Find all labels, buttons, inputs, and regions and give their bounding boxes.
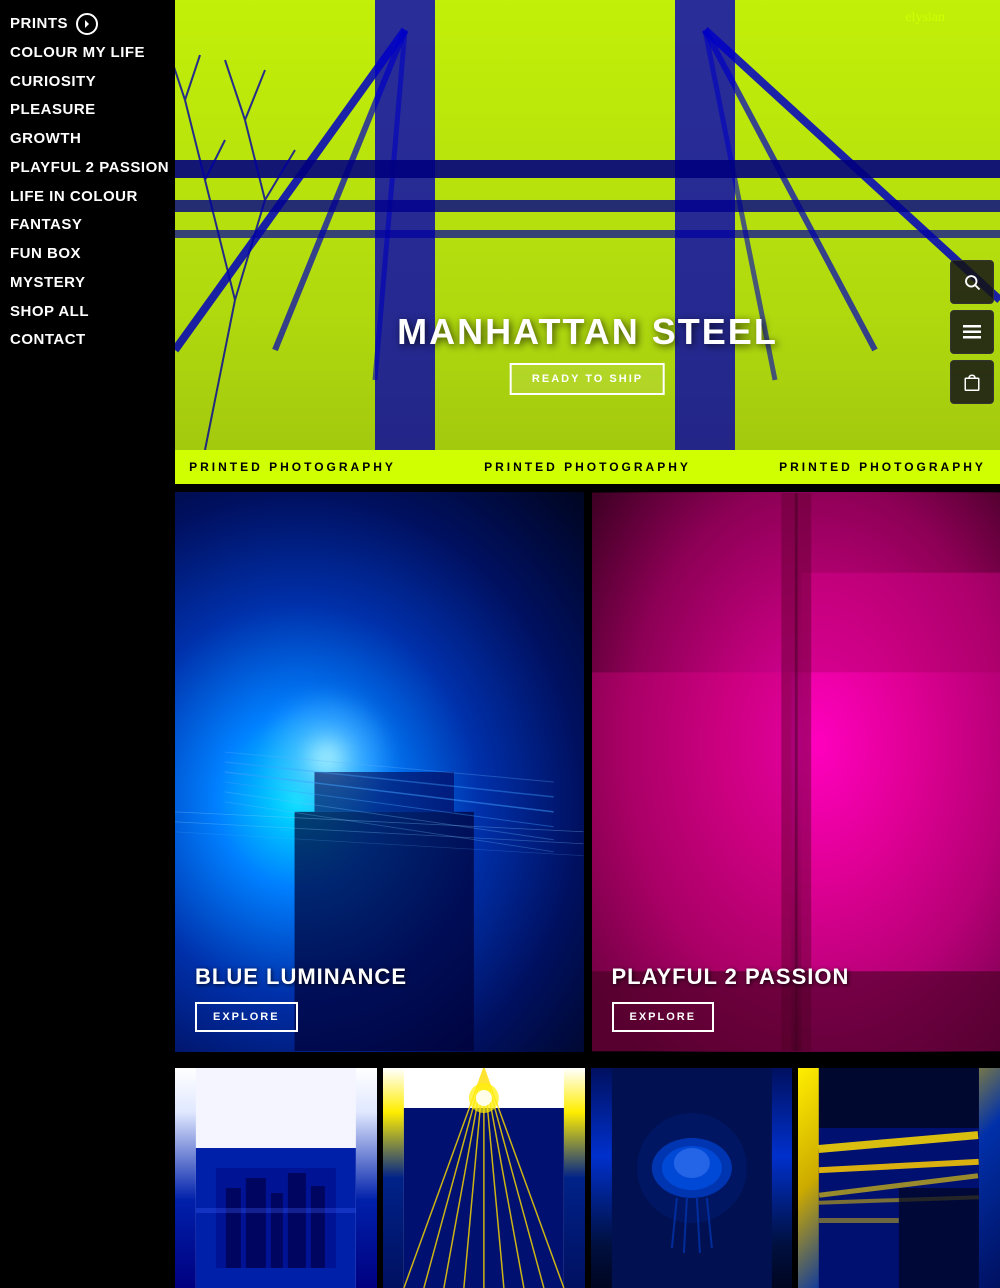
hero-text-block: MANHATTAN STEEL READY TO SHIP xyxy=(397,311,778,395)
menu-button[interactable] xyxy=(950,310,994,354)
thumbnail-card-2[interactable] xyxy=(383,1068,585,1288)
playful-2-passion-info: PLAYFUL 2 PASSION EXPLORE xyxy=(612,964,850,1032)
search-button[interactable] xyxy=(950,260,994,304)
hero-cta-button[interactable]: READY TO SHIP xyxy=(510,363,665,395)
prints-arrow-button[interactable] xyxy=(76,13,98,35)
sidebar-item-shop-all[interactable]: SHOP ALL xyxy=(10,298,175,327)
feature-card-blue-luminance[interactable]: BLUE LUMINANCE EXPLORE xyxy=(175,492,584,1052)
playful-2-passion-explore-button[interactable]: EXPLORE xyxy=(612,1002,715,1032)
sidebar-item-mystery[interactable]: MYSTERY xyxy=(10,269,175,298)
thumbnail-card-1[interactable] xyxy=(175,1068,377,1288)
hamburger-icon xyxy=(963,325,981,339)
brand-name: elysian xyxy=(905,10,945,26)
hero-title: MANHATTAN STEEL xyxy=(397,311,778,353)
sidebar-item-fantasy[interactable]: FANTASY xyxy=(10,211,175,240)
sidebar: PRINTS COLOUR MY LIFE CURIOSITY PLEASURE… xyxy=(0,0,175,1248)
blue-luminance-title: BLUE LUMINANCE xyxy=(195,964,407,990)
sidebar-item-growth[interactable]: GROWTH xyxy=(10,125,175,154)
thumbnail-1-illustration xyxy=(175,1068,377,1288)
hero-image: MANHATTAN STEEL READY TO SHIP xyxy=(175,0,1000,450)
feature-grid: BLUE LUMINANCE EXPLORE xyxy=(175,484,1000,1060)
sidebar-item-contact[interactable]: CONTACT xyxy=(10,326,175,355)
main-content: MANHATTAN STEEL READY TO SHIP PRINTED PH… xyxy=(175,0,1000,1288)
ticker-bar: PRINTED PHOTOGRAPHY PRINTED PHOTOGRAPHY … xyxy=(175,450,1000,484)
sidebar-item-curiosity[interactable]: CURIOSITY xyxy=(10,68,175,97)
sidebar-item-playful-2-passion[interactable]: PLAYFUL 2 PASSION xyxy=(10,154,175,183)
feature-card-playful-2-passion[interactable]: PLAYFUL 2 PASSION EXPLORE xyxy=(592,492,1000,1052)
thumbnail-card-3[interactable] xyxy=(591,1068,793,1288)
bag-icon xyxy=(963,372,981,392)
search-icon xyxy=(963,273,981,291)
sidebar-item-pleasure[interactable]: PLEASURE xyxy=(10,96,175,125)
thumbnail-2-illustration xyxy=(383,1068,585,1288)
thumbnail-card-4[interactable] xyxy=(798,1068,1000,1288)
sidebar-item-fun-box[interactable]: FUN BOX xyxy=(10,240,175,269)
blue-luminance-info: BLUE LUMINANCE EXPLORE xyxy=(195,964,407,1032)
sidebar-item-prints[interactable]: PRINTS xyxy=(10,10,175,39)
blue-luminance-explore-button[interactable]: EXPLORE xyxy=(195,1002,298,1032)
hero-section: MANHATTAN STEEL READY TO SHIP xyxy=(175,0,1000,450)
sidebar-label-prints: PRINTS xyxy=(10,10,68,39)
ticker-item-2: PRINTED PHOTOGRAPHY xyxy=(484,460,691,474)
ticker-item-3: PRINTED PHOTOGRAPHY xyxy=(779,460,986,474)
thumbnail-3-illustration xyxy=(591,1068,793,1288)
right-icons-panel xyxy=(950,260,1000,404)
cart-button[interactable] xyxy=(950,360,994,404)
sidebar-item-colour-my-life[interactable]: COLOUR MY LIFE xyxy=(10,39,175,68)
sidebar-item-life-in-colour[interactable]: LIFE IN COLOUR xyxy=(10,183,175,212)
thumbnail-4-illustration xyxy=(798,1068,1000,1288)
ticker-item-1: PRINTED PHOTOGRAPHY xyxy=(189,460,396,474)
thumbnail-row xyxy=(175,1060,1000,1288)
arrow-right-icon xyxy=(82,19,92,29)
playful-2-passion-title: PLAYFUL 2 PASSION xyxy=(612,964,850,990)
